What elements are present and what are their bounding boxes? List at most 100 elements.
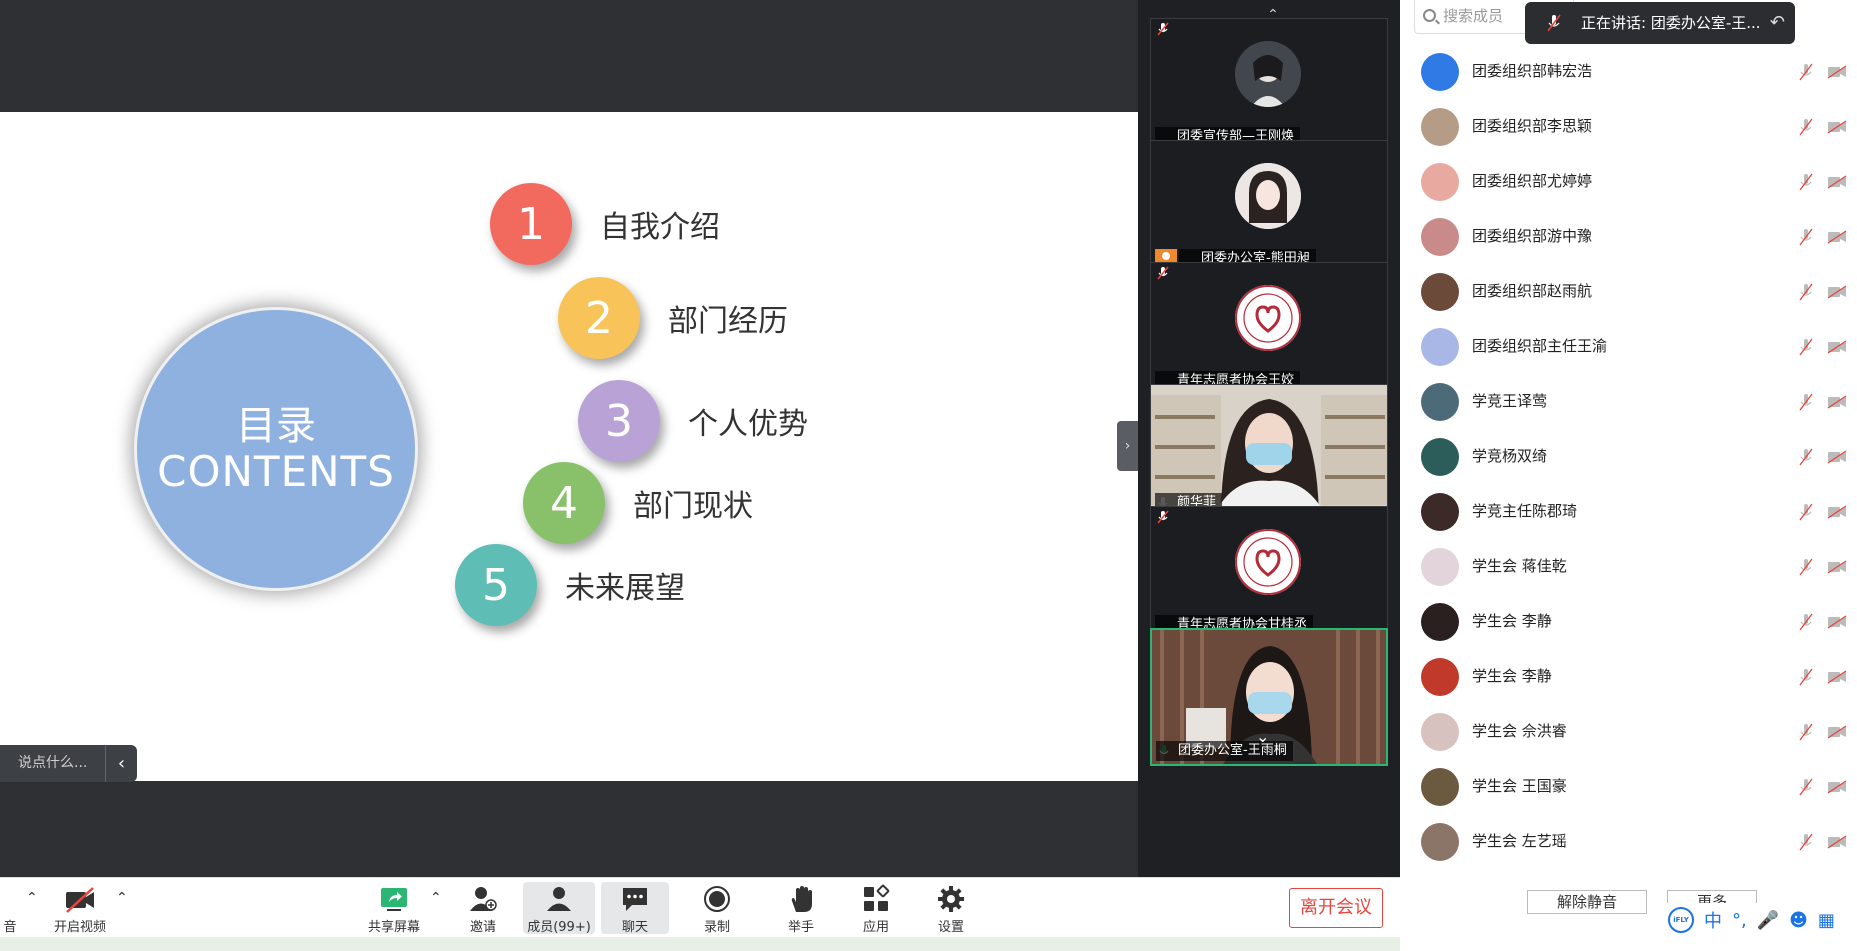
video-off-icon[interactable] xyxy=(1827,779,1847,794)
video-tile[interactable]: 颜华菲 xyxy=(1150,384,1388,517)
contents-title-en: CONTENTS xyxy=(157,447,395,496)
member-row[interactable]: 学生会 李静 xyxy=(1400,649,1857,704)
video-off-icon[interactable] xyxy=(1827,669,1847,684)
leave-meeting-button[interactable]: 离开会议 xyxy=(1289,888,1383,928)
mic-muted-icon xyxy=(1157,510,1169,524)
member-avatar xyxy=(1421,383,1459,421)
video-tile[interactable]: 团委宣传部—王刚焕 xyxy=(1150,18,1388,151)
mic-muted-icon[interactable] xyxy=(1799,778,1813,796)
video-tile[interactable]: 青年志愿者协会王姣 xyxy=(1150,262,1388,395)
raise-hand-label: 举手 xyxy=(787,920,814,935)
shared-screen-area: 目录 CONTENTS 1 自我介绍 2 部门经历 3 个人优势 4 部门现状 … xyxy=(0,0,1138,877)
mic-muted-icon[interactable] xyxy=(1799,613,1813,631)
speaking-indicator: 正在讲话: 团委办公室-王... ↶ xyxy=(1525,2,1795,44)
member-row[interactable]: 团委组织部李思颖 xyxy=(1400,99,1857,154)
mic-muted-icon[interactable] xyxy=(1799,668,1813,686)
unmute-all-button[interactable]: 解除静音 xyxy=(1527,890,1647,914)
member-row[interactable]: 学生会 李静 xyxy=(1400,594,1857,649)
chevron-down-icon[interactable]: ⌄ xyxy=(1256,727,1269,746)
member-row[interactable]: 学竞杨双绮 xyxy=(1400,429,1857,484)
collapse-strip-button[interactable]: › xyxy=(1117,421,1138,471)
punctuation-icon[interactable]: °, xyxy=(1732,910,1747,931)
settings-button[interactable]: 设置 xyxy=(922,878,980,936)
member-row[interactable]: 学竞王译莺 xyxy=(1400,374,1857,429)
mic-muted-icon[interactable] xyxy=(1799,283,1813,301)
user-icon[interactable]: ☻ xyxy=(1789,910,1808,931)
member-name: 团委组织部李思颖 xyxy=(1472,117,1593,135)
members-button[interactable]: 成员(99+) xyxy=(523,882,595,935)
member-name: 团委组织部主任王渝 xyxy=(1472,337,1608,355)
member-row[interactable]: 学生会 王国豪 xyxy=(1400,759,1857,814)
chevron-up-icon[interactable]: ⌃ xyxy=(116,890,128,906)
mic-muted-icon[interactable] xyxy=(1799,503,1813,521)
member-row[interactable]: 学生会 左艺瑶 xyxy=(1400,814,1857,869)
apps-button[interactable]: 应用 xyxy=(847,878,905,936)
return-icon[interactable]: ↶ xyxy=(1770,2,1785,44)
share-screen-button[interactable]: 共享屏幕 xyxy=(362,878,426,936)
video-tile[interactable]: 青年志愿者协会甘桂丞 xyxy=(1150,506,1388,639)
member-row[interactable]: 学生会 蒋佳乾 xyxy=(1400,539,1857,594)
mic-muted-icon[interactable] xyxy=(1799,558,1813,576)
mic-muted-icon[interactable] xyxy=(1799,63,1813,81)
mic-muted-icon[interactable] xyxy=(1799,228,1813,246)
invite-button[interactable]: 邀请 xyxy=(454,878,512,936)
ime-mode-toggle[interactable]: 中 xyxy=(1704,907,1722,933)
mute-button[interactable]: 音 xyxy=(0,878,20,936)
mic-muted-icon[interactable] xyxy=(1799,393,1813,411)
video-off-icon[interactable] xyxy=(1827,394,1847,409)
member-avatar xyxy=(1421,768,1459,806)
member-name: 学生会 左艺瑶 xyxy=(1472,832,1567,850)
ifly-logo[interactable]: iFLY xyxy=(1668,907,1694,933)
member-row[interactable]: 团委组织部赵雨航 xyxy=(1400,264,1857,319)
chevron-up-icon[interactable]: ⌃ xyxy=(430,890,442,906)
member-row[interactable]: 学竞主任陈郡琦 xyxy=(1400,484,1857,539)
video-off-icon[interactable] xyxy=(1827,449,1847,464)
video-off-icon[interactable] xyxy=(1827,614,1847,629)
video-off-icon[interactable] xyxy=(1827,504,1847,519)
member-name: 团委组织部游中豫 xyxy=(1472,227,1593,245)
chat-quick-input[interactable]: 说点什么... ‹ xyxy=(0,745,137,782)
mic-muted-icon[interactable] xyxy=(1799,723,1813,741)
video-off-icon[interactable] xyxy=(1827,724,1847,739)
members-panel: 搜索成员 正在讲话: 团委办公室-王... ↶ 团委组织部韩宏浩团委组织部李思颖… xyxy=(1400,0,1857,951)
search-placeholder: 搜索成员 xyxy=(1443,7,1504,25)
say-something-input[interactable]: 说点什么... xyxy=(0,745,106,782)
video-tile[interactable]: 团委办公室-熊田昶 xyxy=(1150,140,1388,273)
mic-muted-icon xyxy=(1547,14,1561,32)
video-off-icon[interactable] xyxy=(1827,229,1847,244)
video-off-icon[interactable] xyxy=(1827,119,1847,134)
member-row[interactable]: 团委组织部尤婷婷 xyxy=(1400,154,1857,209)
share-label: 共享屏幕 xyxy=(367,920,420,935)
raise-hand-button[interactable]: 举手 xyxy=(772,878,830,936)
member-avatar xyxy=(1421,548,1459,586)
member-row[interactable]: 团委组织部游中豫 xyxy=(1400,209,1857,264)
record-button[interactable]: 录制 xyxy=(688,878,746,936)
video-off-icon[interactable] xyxy=(1827,339,1847,354)
video-off-icon[interactable] xyxy=(1827,174,1847,189)
mic-muted-icon xyxy=(1157,22,1169,36)
taskbar-strip xyxy=(0,937,1400,951)
start-video-button[interactable]: 开启视频 xyxy=(48,878,112,936)
chevron-left-icon[interactable]: ‹ xyxy=(106,753,137,774)
member-row[interactable]: 团委组织部主任王渝 xyxy=(1400,319,1857,374)
member-avatar xyxy=(1421,218,1459,256)
participant-avatar xyxy=(1235,285,1301,351)
video-off-icon[interactable] xyxy=(1827,284,1847,299)
member-row[interactable]: 学生会 佘洪睿 xyxy=(1400,704,1857,759)
mic-muted-icon[interactable] xyxy=(1799,173,1813,191)
voice-input-icon[interactable]: 🎤 xyxy=(1757,910,1779,931)
video-off-icon[interactable] xyxy=(1827,64,1847,79)
video-off-icon[interactable] xyxy=(1827,834,1847,849)
video-off-icon[interactable] xyxy=(1827,559,1847,574)
mic-muted-icon[interactable] xyxy=(1799,833,1813,851)
chat-button[interactable]: 聊天 xyxy=(601,882,669,935)
chevron-right-icon: › xyxy=(1124,438,1131,454)
grid-icon[interactable]: ▦ xyxy=(1818,910,1835,931)
member-name: 学竞王译莺 xyxy=(1472,392,1548,410)
member-row[interactable]: 团委组织部韩宏浩 xyxy=(1400,44,1857,99)
chevron-up-icon[interactable]: ⌃ xyxy=(26,890,38,906)
mic-muted-icon[interactable] xyxy=(1799,338,1813,356)
mic-muted-icon[interactable] xyxy=(1799,118,1813,136)
video-tile-active-speaker[interactable]: 团委办公室-王雨桐 ⌄ xyxy=(1150,628,1388,766)
mic-muted-icon[interactable] xyxy=(1799,448,1813,466)
